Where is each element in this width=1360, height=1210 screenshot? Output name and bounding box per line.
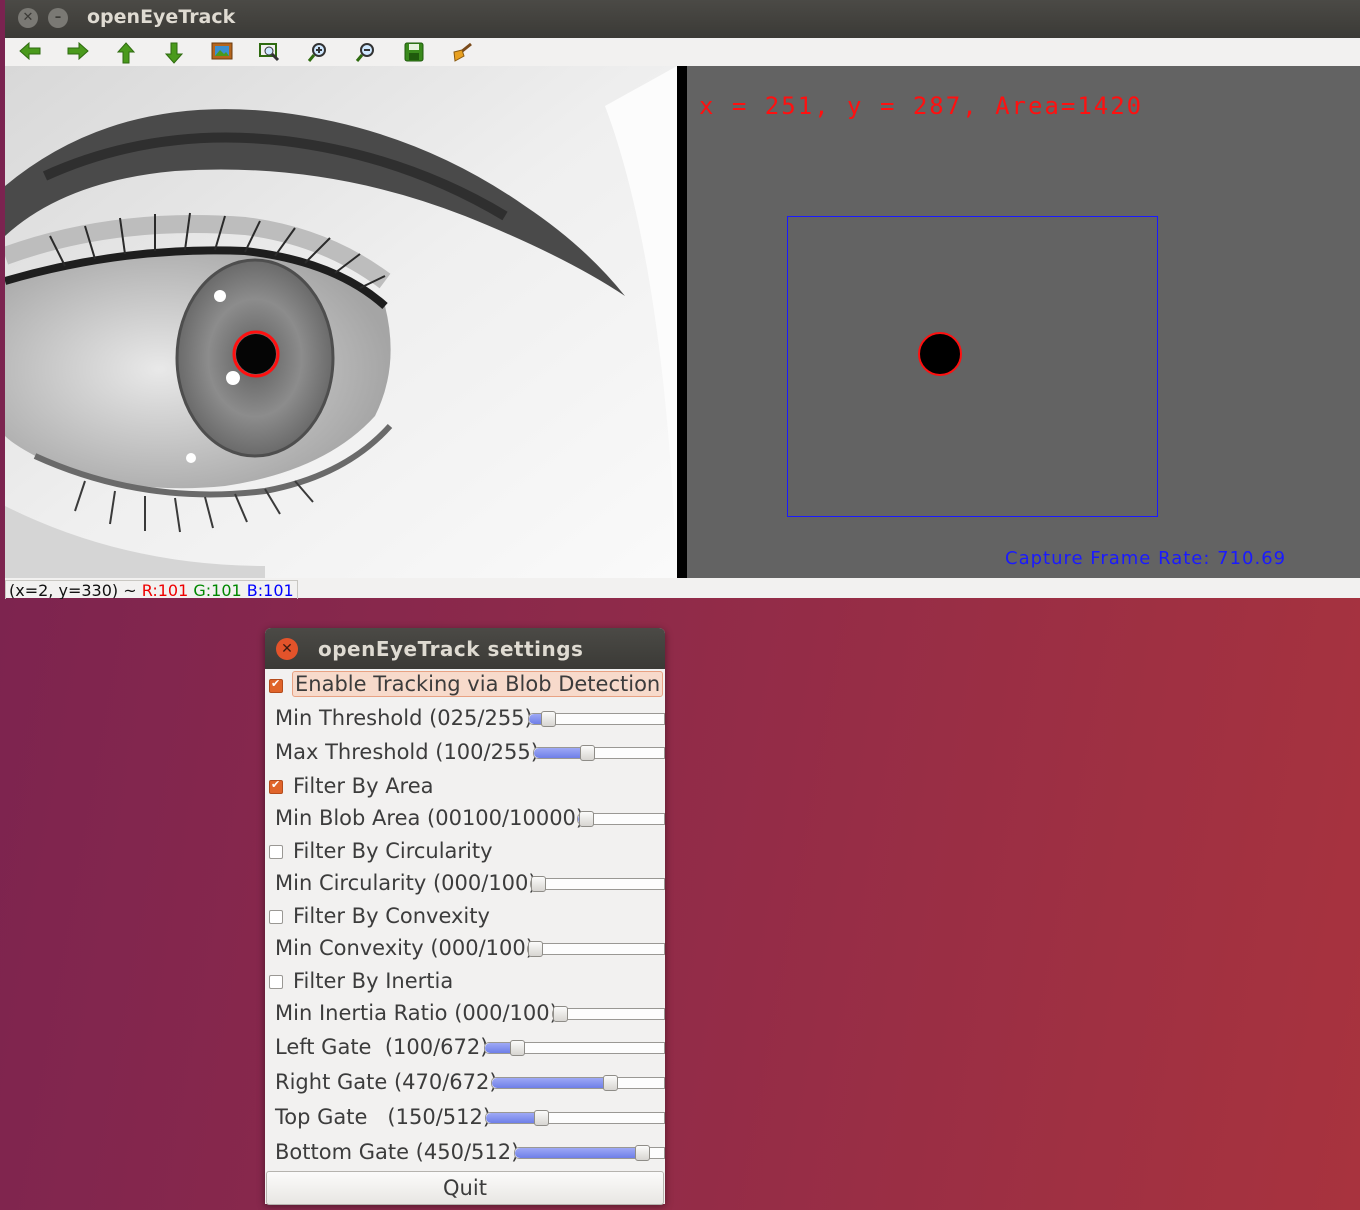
minimize-window-button[interactable]: – (48, 8, 68, 28)
slider-handle[interactable] (579, 811, 594, 827)
toolbar (5, 38, 1360, 66)
slider-handle[interactable] (603, 1075, 618, 1091)
main-titlebar: ✕ – openEyeTrack (5, 0, 1360, 38)
right-gate-slider[interactable] (491, 1075, 665, 1091)
filter-circularity-label[interactable]: Filter By Circularity (293, 839, 493, 863)
video-view[interactable]: x = 251, y = 287, Area=1420 Capture Fram… (5, 66, 1360, 578)
slider-fill (492, 1078, 607, 1088)
slider-handle[interactable] (635, 1145, 650, 1161)
enable-tracking-label[interactable]: Enable Tracking via Blob Detection (292, 671, 664, 697)
status-bar: (x=2, y=330) ~ R:101 G:101 B:101 (5, 578, 1360, 599)
filter-convexity-checkbox[interactable] (269, 910, 283, 924)
slider-fill (486, 1113, 538, 1123)
min-threshold-slider[interactable] (528, 711, 665, 727)
min-threshold-row: Min Threshold (025/255) (265, 704, 665, 734)
bottom-gate-slider[interactable] (514, 1145, 665, 1161)
enable-tracking-checkbox[interactable] (269, 677, 283, 693)
bottom-gate-label: Bottom Gate (450/512) (275, 1140, 520, 1164)
bottom-gate-row: Bottom Gate (450/512) (265, 1138, 665, 1168)
zoom-in-icon[interactable] (305, 40, 331, 64)
min-inertia-slider[interactable] (552, 1006, 665, 1022)
close-window-button[interactable]: ✕ (18, 8, 38, 28)
slider-handle[interactable] (534, 1110, 549, 1126)
min-blob-area-label: Min Blob Area (00100/10000) (275, 806, 585, 830)
pixel-red: R:101 (141, 581, 189, 599)
slider-handle[interactable] (528, 941, 543, 957)
arrow-down-icon[interactable] (161, 40, 187, 64)
filter-circularity-row[interactable]: Filter By Circularity (265, 837, 665, 867)
pixel-position: (x=2, y=330) ~ (9, 581, 142, 599)
main-window: ✕ – openEyeTrack x = 251, y = 287, Area=… (5, 0, 1360, 599)
min-circularity-row: Min Circularity (000/100) (265, 869, 665, 899)
slider-handle[interactable] (510, 1040, 525, 1056)
arrow-right-icon[interactable] (65, 40, 91, 64)
min-convexity-slider[interactable] (527, 941, 665, 957)
right-gate-row: Right Gate (470/672) (265, 1068, 665, 1098)
filter-area-label[interactable]: Filter By Area (293, 774, 434, 798)
min-blob-area-slider[interactable] (577, 811, 665, 827)
frame-rate-text: Capture Frame Rate: 710.69 (1005, 548, 1287, 569)
min-circularity-label: Min Circularity (000/100) (275, 871, 537, 895)
pixel-blue: B:101 (246, 581, 294, 599)
left-gate-label: Left Gate (100/672) (275, 1035, 489, 1059)
filter-circularity-checkbox[interactable] (269, 845, 283, 859)
slider-fill (534, 748, 584, 758)
window-title: openEyeTrack (87, 6, 236, 28)
slider-handle[interactable] (580, 745, 595, 761)
filter-convexity-row[interactable]: Filter By Convexity (265, 902, 665, 932)
quit-button[interactable]: Quit (266, 1171, 664, 1205)
zoom-fit-icon[interactable] (257, 40, 283, 64)
zoom-out-icon[interactable] (353, 40, 379, 64)
detected-pupil-blob (918, 332, 962, 376)
slider-handle[interactable] (531, 876, 546, 892)
min-threshold-label: Min Threshold (025/255) (275, 706, 533, 730)
settings-window: ✕ openEyeTrack settings Enable Tracking … (265, 628, 665, 1205)
pixel-green: G:101 (193, 581, 242, 599)
max-threshold-row: Max Threshold (100/255) (265, 738, 665, 768)
min-inertia-row: Min Inertia Ratio (000/100) (265, 999, 665, 1029)
top-gate-label: Top Gate (150/512) (275, 1105, 492, 1129)
processed-view: x = 251, y = 287, Area=1420 Capture Fram… (687, 66, 1360, 578)
blob-coordinates-text: x = 251, y = 287, Area=1420 (699, 92, 1144, 120)
right-gate-label: Right Gate (470/672) (275, 1070, 498, 1094)
save-icon[interactable] (401, 40, 427, 64)
gate-rectangle (787, 216, 1158, 517)
settings-title: openEyeTrack settings (318, 637, 584, 661)
top-gate-slider[interactable] (485, 1110, 665, 1126)
min-circularity-slider[interactable] (530, 876, 665, 892)
min-blob-area-row: Min Blob Area (00100/10000) (265, 804, 665, 834)
min-convexity-row: Min Convexity (000/100) (265, 934, 665, 964)
filter-inertia-checkbox[interactable] (269, 975, 283, 989)
enable-tracking-row[interactable]: Enable Tracking via Blob Detection (265, 671, 665, 701)
filter-area-row[interactable]: Filter By Area (265, 772, 665, 802)
slider-handle[interactable] (553, 1006, 568, 1022)
filter-convexity-label[interactable]: Filter By Convexity (293, 904, 490, 928)
clear-brush-icon[interactable] (449, 40, 475, 64)
slider-fill (515, 1148, 639, 1158)
left-gate-slider[interactable] (484, 1040, 665, 1056)
settings-close-button[interactable]: ✕ (276, 638, 298, 660)
settings-titlebar: ✕ openEyeTrack settings (265, 628, 665, 669)
image-icon[interactable] (209, 40, 235, 64)
pixel-status: (x=2, y=330) ~ R:101 G:101 B:101 (5, 580, 298, 599)
filter-area-checkbox[interactable] (269, 778, 283, 794)
arrow-up-icon[interactable] (113, 40, 139, 64)
max-threshold-slider[interactable] (533, 745, 665, 761)
max-threshold-label: Max Threshold (100/255) (275, 740, 539, 764)
left-gate-row: Left Gate (100/672) (265, 1033, 665, 1063)
min-inertia-label: Min Inertia Ratio (000/100) (275, 1001, 558, 1025)
arrow-left-icon[interactable] (17, 40, 43, 64)
slider-handle[interactable] (541, 711, 556, 727)
filter-inertia-row[interactable]: Filter By Inertia (265, 967, 665, 997)
filter-inertia-label[interactable]: Filter By Inertia (293, 969, 453, 993)
min-convexity-label: Min Convexity (000/100) (275, 936, 534, 960)
top-gate-row: Top Gate (150/512) (265, 1103, 665, 1133)
eye-camera-image (5, 66, 677, 578)
